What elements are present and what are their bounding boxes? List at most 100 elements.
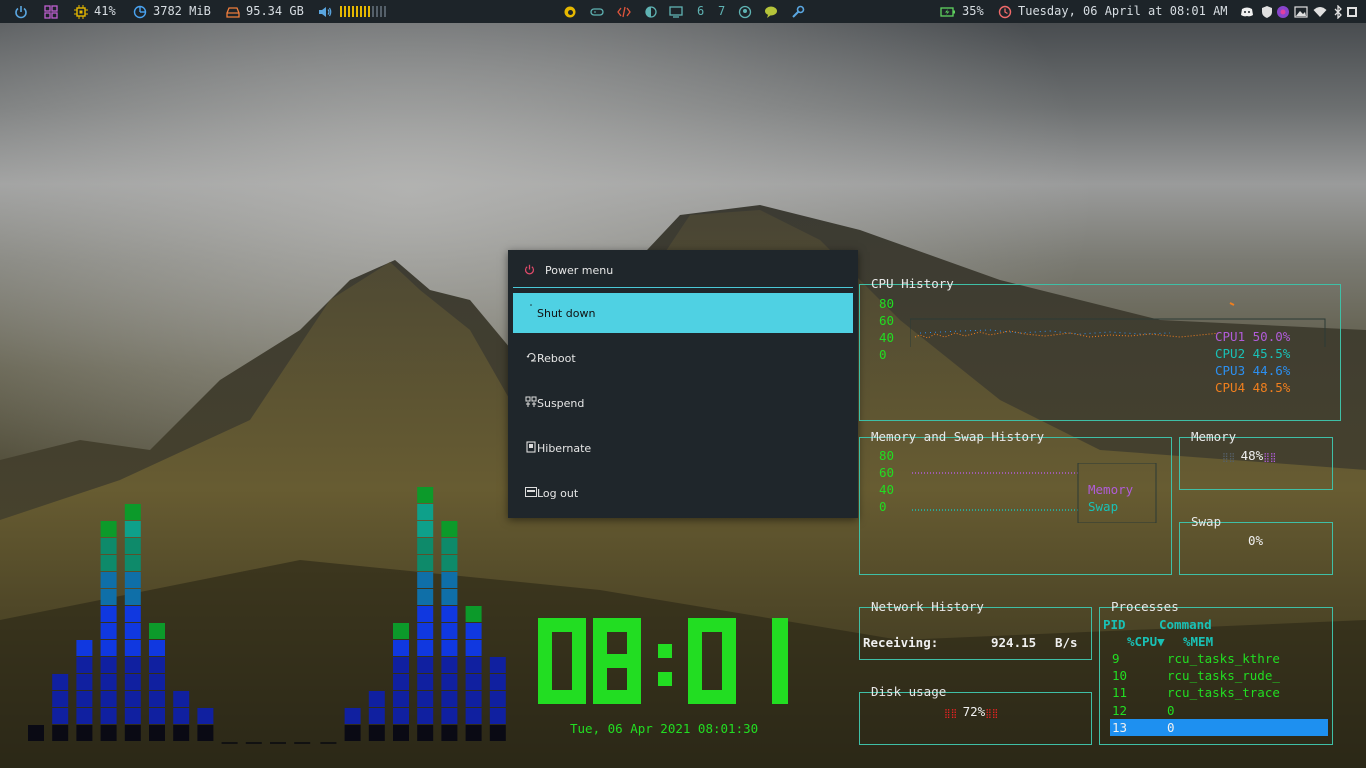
visualizer-bar-segment — [149, 640, 165, 656]
discord-tray-icon[interactable] — [1240, 0, 1254, 23]
power-menu-title: Power menu — [545, 264, 614, 277]
mem-header[interactable]: %MEM — [1183, 633, 1213, 650]
swap-panel: Swap 0% — [1179, 515, 1333, 575]
visualizer-bar-segment — [393, 708, 409, 724]
workspace-7[interactable]: 7 — [718, 0, 725, 23]
process-row[interactable]: 12 — [1112, 702, 1127, 719]
visualizer-bar-segment — [465, 623, 482, 639]
monitor-icon[interactable] — [669, 0, 683, 23]
memory-legend: Memory — [1088, 482, 1134, 497]
disk-gauge: ⣿⣿ 72%⣿⣿ — [944, 704, 999, 719]
visualizer-bar-segment — [149, 623, 165, 639]
volume-segment — [348, 6, 350, 17]
suspend-option[interactable]: Suspend — [513, 383, 853, 423]
visualizer-bar-segment — [441, 691, 458, 707]
volume-indicator[interactable] — [318, 0, 386, 23]
visualizer-bar-segment — [368, 725, 385, 741]
volume-segment — [340, 6, 342, 17]
command-header[interactable]: Command — [1159, 616, 1212, 633]
wifi-icon[interactable] — [1313, 0, 1327, 23]
visualizer-bar-segment — [441, 708, 458, 724]
log-out-option[interactable]: Log out — [513, 473, 853, 513]
shield-tray-icon[interactable] — [1260, 0, 1274, 23]
wrench-icon[interactable] — [791, 0, 805, 23]
volume-segment — [356, 6, 358, 17]
process-row[interactable]: 9 — [1112, 650, 1120, 667]
visualizer-bar-segment — [28, 725, 44, 741]
power-icon[interactable] — [14, 0, 28, 23]
reboot-option[interactable]: Reboot — [513, 338, 853, 378]
visualizer-bar-segment — [441, 555, 458, 571]
visualizer-bar-segment — [441, 538, 458, 554]
workspace-6[interactable]: 6 — [697, 0, 704, 23]
visualizer-bar-segment — [465, 691, 482, 707]
y-tick: 80 — [879, 296, 895, 311]
volume-segment — [352, 6, 354, 17]
cpu-icon — [74, 4, 88, 19]
shut-down-option[interactable]: ˚ Shut down — [513, 293, 853, 333]
process-row[interactable]: 11 — [1112, 684, 1127, 701]
command-cell: 0 — [1167, 720, 1175, 735]
disk-usage-panel: Disk usage ⣿⣿ 72%⣿⣿ — [859, 685, 1092, 745]
visualizer-bar-segment — [76, 674, 93, 690]
code-icon[interactable] — [617, 0, 631, 23]
visualizer-bar — [221, 742, 238, 744]
visualizer-bar — [294, 742, 311, 744]
terminal-icon[interactable] — [644, 0, 658, 23]
notification-icon[interactable] — [1346, 0, 1360, 23]
visualizer-bar-segment — [52, 674, 69, 690]
volume-level-bar[interactable] — [340, 6, 386, 17]
clock-segment — [722, 618, 736, 661]
battery-indicator: 35% — [940, 0, 984, 23]
cpu1-legend: CPU1 50.0% — [1215, 328, 1290, 345]
visualizer-bar-segment — [344, 725, 361, 741]
clock-segment — [627, 661, 641, 704]
bluetooth-icon[interactable] — [1333, 0, 1343, 23]
panel-title: CPU History — [871, 276, 954, 291]
visualizer-bar-segment — [441, 657, 458, 673]
suspend-icon — [525, 396, 537, 411]
visualizer-bar-segment — [465, 708, 482, 724]
visualizer-bar-segment — [124, 640, 141, 656]
hibernate-option[interactable]: Hibernate — [513, 428, 853, 468]
cpu-header[interactable]: %CPU▼ — [1127, 633, 1165, 650]
core-value: 50.0% — [1252, 329, 1291, 344]
reboot-icon — [525, 352, 537, 365]
visualizer-bar-segment — [441, 674, 458, 690]
clock-indicator[interactable]: Tuesday, 06 April at 08:01 AM — [998, 0, 1228, 23]
app-grid-icon[interactable] — [44, 0, 58, 23]
visualizer-bar-segment — [393, 657, 409, 673]
clock-segment — [572, 661, 586, 704]
memory-indicator: 3782 MiB — [133, 0, 211, 23]
pid-cell: 11 — [1112, 685, 1128, 700]
battery-text: 35% — [962, 4, 984, 18]
receiving-label: Receiving: — [863, 635, 939, 650]
visualizer-bar-segment — [124, 623, 141, 639]
desktop-clock — [538, 618, 788, 704]
github-icon[interactable] — [738, 0, 752, 23]
power-menu-window: Power menu ˚ Shut down Reboot Suspend Hi… — [508, 250, 858, 518]
visualizer-bar-segment — [417, 708, 434, 724]
option-label: Hibernate — [537, 441, 592, 455]
clock-icon — [998, 5, 1012, 18]
chat-icon[interactable] — [764, 0, 778, 23]
visualizer-bar-segment — [441, 623, 458, 639]
visualizer-bar-segment — [124, 538, 141, 554]
app-tray-icon[interactable] — [1276, 0, 1290, 23]
memory-pie-icon — [133, 5, 147, 18]
top-status-bar: 41% 3782 MiB 95.34 GB 6 7 35% Tuesday, 0… — [0, 0, 1366, 23]
core-name: CPU2 — [1215, 346, 1246, 361]
visualizer-bar-segment — [149, 708, 165, 724]
visualizer-bar-segment — [441, 572, 458, 588]
pid-header[interactable]: PID — [1103, 616, 1126, 633]
gamepad-icon[interactable] — [590, 0, 604, 23]
clock-segment — [658, 644, 672, 658]
audio-visualizer — [28, 487, 506, 744]
image-tray-icon[interactable] — [1294, 0, 1308, 23]
firefox-icon[interactable] — [563, 0, 577, 23]
visualizer-bar-segment — [465, 606, 482, 622]
selected-process-row[interactable]: 13 0 — [1110, 719, 1328, 736]
visualizer-bar-segment — [100, 555, 117, 571]
visualizer-bar-segment — [100, 538, 117, 554]
process-row[interactable]: 10 — [1112, 667, 1127, 684]
